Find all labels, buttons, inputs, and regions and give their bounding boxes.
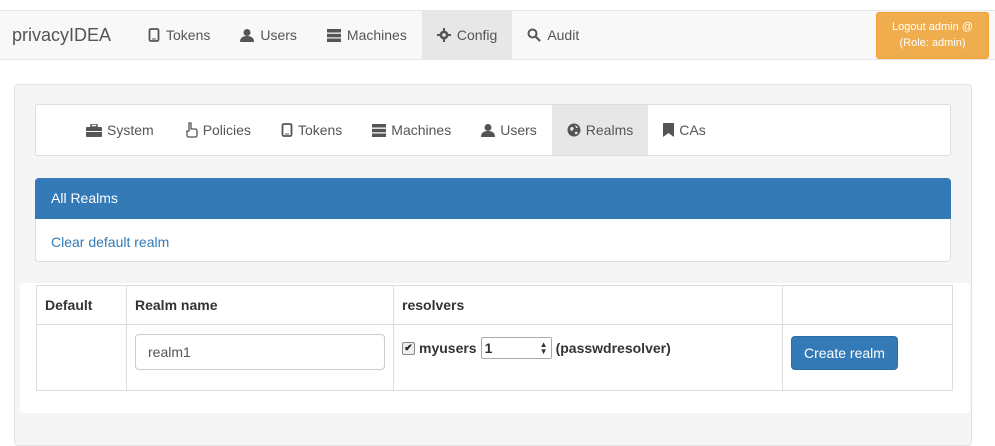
user-icon bbox=[240, 28, 255, 42]
priority-value: 1 bbox=[484, 340, 493, 356]
subnav-policies[interactable]: Policies bbox=[169, 105, 266, 155]
nav-users-label: Users bbox=[260, 27, 297, 43]
default-cell bbox=[36, 324, 127, 391]
resolver-checkbox[interactable]: ✔ bbox=[402, 341, 415, 355]
logout-line-2: (Role: admin) bbox=[899, 37, 966, 49]
brand-logo[interactable]: privacyIDEA bbox=[12, 25, 111, 46]
globe-icon bbox=[567, 123, 581, 137]
subnav-tokens[interactable]: Tokens bbox=[266, 105, 357, 155]
table-header-row: Default Realm name resolvers bbox=[36, 285, 953, 325]
config-subnav: System Policies Tokens Machines Users Re… bbox=[71, 105, 721, 155]
server-icon bbox=[326, 28, 341, 42]
column-header-realm-name: Realm name bbox=[126, 285, 394, 325]
nav-machines[interactable]: Machines bbox=[312, 11, 422, 59]
logout-line-1: Logout admin @ bbox=[892, 21, 973, 33]
subnav-machines[interactable]: Machines bbox=[357, 105, 466, 155]
subnav-cas[interactable]: CAs bbox=[648, 105, 720, 155]
create-realm-panel: Default Realm name resolvers ✔ myusers 1 bbox=[20, 283, 970, 413]
realm-name-input[interactable] bbox=[135, 334, 385, 370]
nav-users[interactable]: Users bbox=[225, 11, 312, 59]
bookmark-icon bbox=[663, 123, 675, 137]
subnav-realms-label: Realms bbox=[585, 122, 634, 138]
top-navbar: privacyIDEA Tokens Users Machines Config bbox=[0, 10, 995, 60]
subnav-realms[interactable]: Realms bbox=[551, 105, 649, 155]
nav-tokens[interactable]: Tokens bbox=[133, 11, 225, 59]
create-realm-button[interactable]: Create realm bbox=[791, 336, 898, 370]
phone-icon bbox=[148, 28, 160, 42]
all-realms-panel: All Realms Clear default realm bbox=[35, 178, 951, 262]
main-nav: Tokens Users Machines Config Audit bbox=[133, 11, 594, 59]
stepper-arrows-icon[interactable]: ▲ ▼ bbox=[540, 341, 548, 356]
nav-audit[interactable]: Audit bbox=[512, 11, 594, 59]
config-container: System Policies Tokens Machines Users Re… bbox=[14, 84, 972, 446]
server-icon bbox=[372, 123, 387, 137]
nav-config-label: Config bbox=[456, 27, 498, 43]
subnav-policies-label: Policies bbox=[202, 122, 251, 138]
table-row: ✔ myusers 1 ▲▼ (passwdresolver) Create r… bbox=[36, 324, 953, 391]
gear-icon bbox=[436, 28, 451, 42]
hand-icon bbox=[184, 122, 198, 138]
user-icon bbox=[481, 123, 496, 137]
realm-name-cell bbox=[126, 324, 394, 391]
resolver-type: (passwdresolver) bbox=[555, 340, 671, 356]
phone-icon bbox=[281, 123, 293, 137]
subnav-cas-label: CAs bbox=[679, 122, 706, 138]
subnav-system-label: System bbox=[107, 122, 154, 138]
priority-stepper[interactable]: 1 ▲ ▼ bbox=[480, 337, 552, 359]
config-subnav-panel: System Policies Tokens Machines Users Re… bbox=[35, 104, 951, 156]
nav-machines-label: Machines bbox=[346, 27, 407, 43]
briefcase-icon bbox=[86, 123, 102, 137]
clear-default-realm-link[interactable]: Clear default realm bbox=[51, 234, 169, 250]
nav-config[interactable]: Config bbox=[421, 11, 513, 59]
column-header-resolvers: resolvers bbox=[393, 285, 783, 325]
logout-button[interactable]: Logout admin @ (Role: admin) bbox=[876, 12, 989, 59]
resolver-name: myusers bbox=[419, 340, 477, 356]
resolvers-cell: ✔ myusers 1 ▲ ▼ (passwdresolver) bbox=[393, 324, 783, 391]
resolver-option: ✔ myusers 1 ▲ ▼ (passwdresolver) bbox=[402, 337, 774, 359]
column-header-default: Default bbox=[36, 285, 127, 325]
nav-audit-label: Audit bbox=[547, 27, 580, 43]
actions-cell: Create realm bbox=[782, 324, 953, 391]
search-icon bbox=[527, 28, 542, 42]
subnav-users[interactable]: Users bbox=[466, 105, 552, 155]
subnav-system[interactable]: System bbox=[71, 105, 169, 155]
column-header-actions bbox=[782, 285, 953, 325]
subnav-machines-label: Machines bbox=[391, 122, 452, 138]
subnav-tokens-label: Tokens bbox=[297, 122, 343, 138]
subnav-users-label: Users bbox=[500, 122, 537, 138]
nav-tokens-label: Tokens bbox=[166, 27, 211, 43]
all-realms-heading: All Realms bbox=[35, 178, 951, 219]
realm-table: Default Realm name resolvers ✔ myusers 1 bbox=[36, 285, 953, 391]
